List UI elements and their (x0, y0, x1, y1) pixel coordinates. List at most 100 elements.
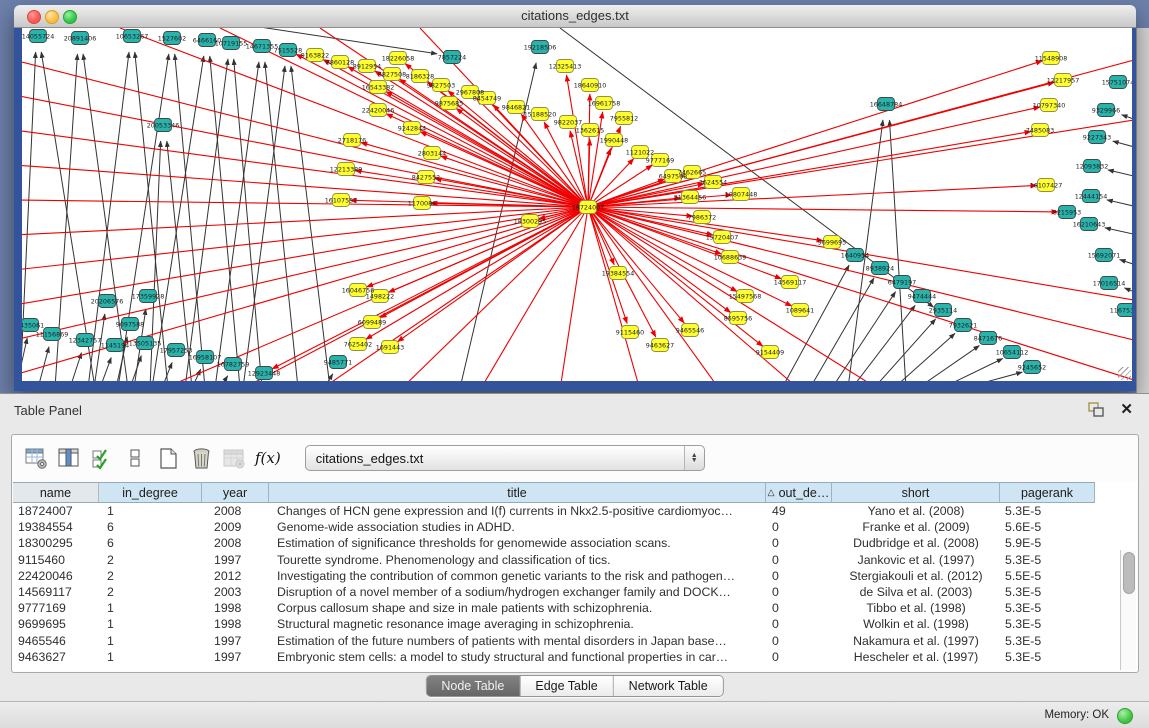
black-edge (220, 376, 228, 381)
network-canvas[interactable]: 1405572420891406106532671527602646616010… (22, 28, 1132, 381)
graph-node-label: 8186328 (406, 72, 434, 80)
graph-node-label: 17016514 (1093, 279, 1126, 287)
table-panel-header: Table Panel ✕ (0, 394, 1149, 428)
graph-node-label: 16210643 (1073, 220, 1106, 228)
cell-name: 19384554 (13, 519, 99, 535)
red-edge-ray (400, 207, 588, 381)
vertical-scrollbar[interactable] (1120, 550, 1136, 670)
graph-node-label: 9242844 (398, 124, 426, 132)
red-edge-ray (588, 207, 640, 381)
table-selector-dropdown[interactable]: citations_edges.txt ▲▼ (305, 445, 705, 471)
graph-node-label: 18724007 (572, 203, 605, 211)
table-row[interactable]: 977716911998Corpus callosum shape and si… (13, 600, 1137, 616)
tab-network-table[interactable]: Network Table (614, 676, 723, 696)
window-titlebar[interactable]: citations_edges.txt (14, 5, 1136, 28)
graph-node-label: 16961758 (588, 99, 621, 107)
black-edge (185, 59, 228, 381)
cell-year: 2008 (202, 535, 269, 551)
table-row[interactable]: 911546021997Tourette syndrome. Phenomeno… (13, 552, 1137, 568)
cell-short: Dudbridge et al. (2008) (832, 535, 1000, 551)
graph-node-label: 6497568 (659, 172, 687, 180)
cell-pagerank: 5.3E-5 (1000, 616, 1095, 632)
graph-node-label: 9465546 (676, 326, 704, 334)
graph-node-label: 20206576 (91, 297, 124, 305)
network-graph[interactable]: 1405572420891406106532671527602646616010… (22, 28, 1132, 381)
select-all-button[interactable] (90, 445, 114, 471)
clear-selection-button[interactable] (123, 445, 147, 471)
table-row[interactable]: 1456911722003Disruption of a novel membe… (13, 584, 1137, 600)
new-document-button[interactable] (156, 445, 180, 471)
graph-node-label: 3624554 (699, 178, 727, 186)
graph-node-label: 16107552 (325, 196, 358, 204)
table-row[interactable]: 2242004622012Investigating the contribut… (13, 568, 1137, 584)
scrollbar-thumb[interactable] (1123, 552, 1135, 594)
sort-asc-icon: △ (768, 487, 775, 498)
graph-node-label: 8215953 (1053, 208, 1081, 216)
float-panel-icon[interactable] (1088, 402, 1105, 417)
black-edge (22, 338, 27, 381)
graph-node-label: 2803144 (418, 149, 446, 157)
graph-node-label: 7955812 (610, 114, 638, 122)
graph-node-label: 19218506 (524, 43, 557, 51)
graph-node-label: 15497568 (729, 292, 762, 300)
cell-in_degree: 2 (99, 584, 202, 600)
column-header-title[interactable]: title (269, 482, 766, 503)
graph-node-label: 16107427 (1030, 181, 1063, 189)
cell-name: 22420046 (13, 568, 99, 584)
cell-name: 9465546 (13, 633, 99, 649)
table-row[interactable]: 1830029562008Estimation of significance … (13, 535, 1137, 551)
table-row[interactable]: 1872400712008Changes of HCN gene express… (13, 503, 1137, 519)
black-edge (83, 54, 128, 381)
function-builder-button[interactable]: f(x) (255, 449, 281, 467)
cell-year: 1998 (202, 616, 269, 632)
graph-node-label: 12217957 (1047, 76, 1080, 84)
table-panel-title: Table Panel (14, 403, 82, 418)
column-header-short[interactable]: short (832, 482, 1000, 503)
cell-year: 1997 (202, 649, 269, 665)
cell-year: 1997 (202, 552, 269, 568)
close-panel-icon[interactable]: ✕ (1120, 400, 1133, 418)
column-header-year[interactable]: year (202, 482, 269, 503)
show-columns-button[interactable] (57, 445, 81, 471)
tab-node-table[interactable]: Node Table (426, 676, 520, 696)
graph-node-label: 9245652 (1018, 363, 1046, 371)
column-header-name[interactable]: name (13, 482, 99, 503)
graph-node-label: 9115460 (616, 328, 644, 336)
delete-button[interactable] (189, 445, 213, 471)
header-filler (1095, 482, 1137, 503)
graph-node-label: 15720407 (706, 233, 739, 241)
resize-grip[interactable] (1118, 367, 1131, 380)
tab-edge-table[interactable]: Edge Table (520, 676, 613, 696)
cell-short: de Silva et al. (2003) (832, 584, 1000, 600)
cell-pagerank: 5.3E-5 (1000, 600, 1095, 616)
column-header-pagerank[interactable]: pagerank (1000, 482, 1095, 503)
table-row[interactable]: 946362711997Embryonic stem cells: a mode… (13, 649, 1137, 665)
cell-pagerank: 5.5E-5 (1000, 568, 1095, 584)
cell-year: 1998 (202, 600, 269, 616)
cell-year: 2003 (202, 584, 269, 600)
table-row[interactable]: 1938455462009Genome-wide association stu… (13, 519, 1137, 535)
graph-node-label: 10688639 (714, 253, 747, 261)
graph-node-label: 1990448 (600, 136, 628, 144)
graph-node-label: 18226058 (382, 54, 415, 62)
table-row[interactable]: 969969511998Structural magnetic resonanc… (13, 616, 1137, 632)
memory-status-led-icon (1117, 708, 1133, 724)
table-row[interactable]: 946554611997Estimation of the future num… (13, 633, 1137, 649)
column-header-out_degree[interactable]: △out_de… (766, 482, 832, 503)
window-title: citations_edges.txt (14, 8, 1136, 23)
graph-node-label: 9875685 (435, 99, 463, 107)
cell-name: 9777169 (13, 600, 99, 616)
graph-node-label: 1498222 (366, 292, 394, 300)
column-header-in_degree[interactable]: in_degree (99, 482, 202, 503)
graph-node-label: 8471676 (974, 334, 1002, 342)
red-edge (397, 207, 588, 342)
cell-pagerank: 5.3E-5 (1000, 633, 1095, 649)
red-edge-ray (120, 28, 588, 207)
graph-node-label: 21364456 (674, 193, 707, 201)
graph-node-label: 11548908 (1035, 54, 1068, 62)
black-edge (210, 56, 240, 381)
graph-node-label: 7485083 (1026, 126, 1054, 134)
graph-node-label: 9485771 (324, 358, 352, 366)
graph-node-label: 1170086 (408, 199, 436, 207)
table-options-button[interactable] (24, 445, 48, 471)
